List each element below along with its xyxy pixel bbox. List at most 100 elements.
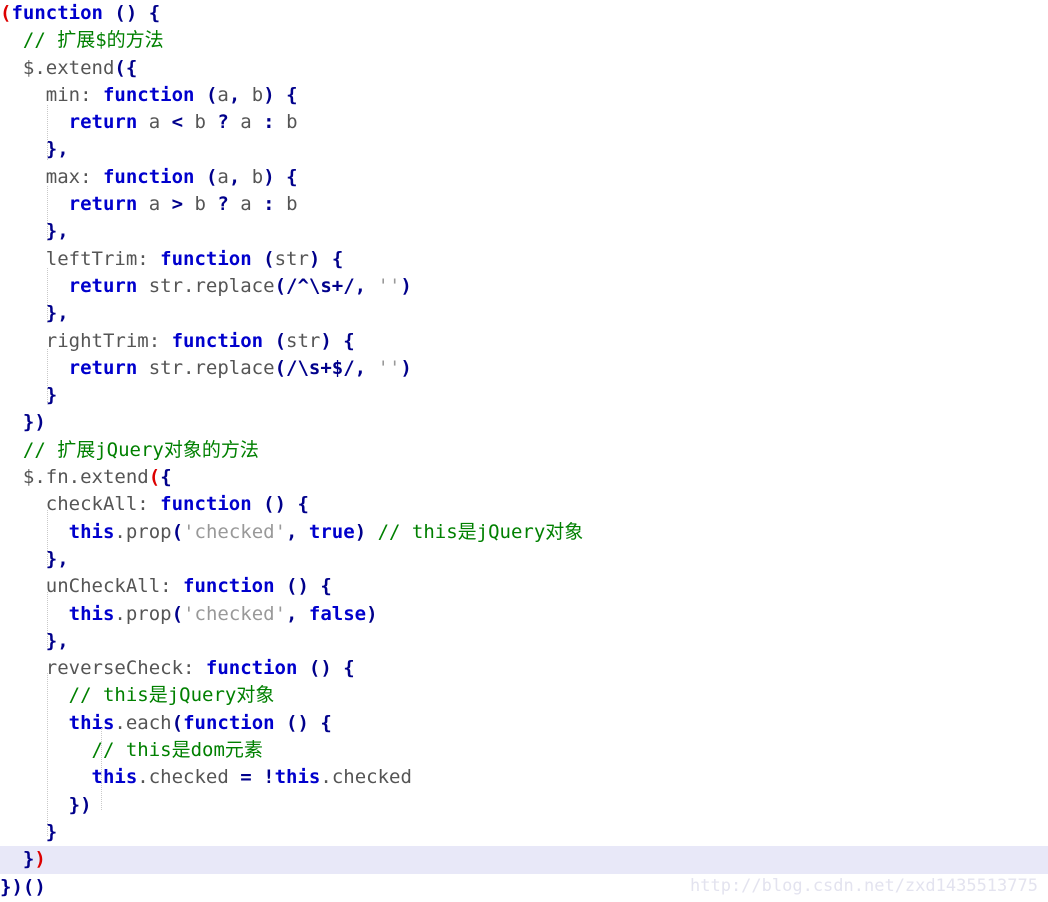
code-line[interactable]: this.prop('checked', true) // this是jQuer… bbox=[0, 519, 1048, 546]
code-line[interactable]: // this是jQuery对象 bbox=[0, 682, 1048, 709]
code-line[interactable]: }, bbox=[0, 300, 1048, 327]
code-token-punct: , bbox=[228, 83, 241, 106]
code-line[interactable]: }) bbox=[0, 409, 1048, 436]
code-token-plain: min: bbox=[45, 83, 103, 106]
code-token-kw: return bbox=[68, 111, 138, 134]
code-line[interactable]: $.extend({ bbox=[0, 55, 1048, 82]
code-token-plain: leftTrim: bbox=[45, 247, 161, 270]
code-line[interactable]: }) bbox=[0, 792, 1048, 819]
code-line[interactable]: }, bbox=[0, 546, 1048, 573]
code-token-punct: ( bbox=[171, 520, 184, 543]
code-token-punct: ( bbox=[205, 83, 218, 106]
code-token-punct: = bbox=[240, 766, 252, 789]
code-line[interactable]: min: function (a, b) { bbox=[0, 82, 1048, 109]
code-line[interactable]: // 扩展$的方法 bbox=[0, 27, 1048, 54]
code-token-punct: }, bbox=[45, 220, 69, 243]
code-token-punct: }) bbox=[22, 411, 46, 434]
code-token-punct: }, bbox=[45, 138, 69, 161]
code-line[interactable]: checkAll: function () { bbox=[0, 491, 1048, 518]
code-token-plain: b bbox=[274, 193, 298, 216]
code-token-plain: unCheckAll: bbox=[45, 575, 184, 598]
code-token-kw: this bbox=[68, 711, 115, 734]
code-token-punct: { bbox=[160, 466, 172, 489]
code-token-punct: () bbox=[308, 657, 332, 680]
code-line[interactable]: } bbox=[0, 382, 1048, 409]
code-token-plain: rightTrim: bbox=[45, 329, 172, 352]
code-token-punct: ({ bbox=[114, 56, 138, 79]
code-line[interactable]: } bbox=[0, 819, 1048, 846]
code-token-kw: return bbox=[68, 274, 138, 297]
code-token-plain: b bbox=[183, 193, 218, 216]
code-token-punct: ( bbox=[205, 165, 218, 188]
code-token-plain: .each bbox=[114, 711, 172, 734]
code-token-kw: function bbox=[183, 711, 275, 734]
code-token-punct: } bbox=[22, 848, 35, 871]
code-token-kw: return bbox=[68, 356, 138, 379]
code-token-string: 'checked' bbox=[183, 520, 287, 543]
code-line[interactable]: (function () { bbox=[0, 0, 1048, 27]
code-line[interactable]: // this是dom元素 bbox=[0, 737, 1048, 764]
code-token-punct: ) bbox=[308, 247, 321, 270]
code-line[interactable]: return a < b ? a : b bbox=[0, 109, 1048, 136]
code-token-kw: function bbox=[171, 329, 264, 352]
code-token-punct: { bbox=[286, 83, 298, 106]
code-token-string: '' bbox=[377, 274, 401, 297]
code-line[interactable]: this.checked = !this.checked bbox=[0, 764, 1048, 791]
code-token-kw: this bbox=[68, 602, 115, 625]
code-token-punct: { bbox=[343, 657, 355, 680]
code-token-plain: checkAll: bbox=[45, 493, 161, 516]
code-token-plain: str.replace bbox=[137, 356, 275, 379]
code-line[interactable]: max: function (a, b) { bbox=[0, 164, 1048, 191]
code-line[interactable]: return str.replace(/^\s+/, '') bbox=[0, 273, 1048, 300]
code-line[interactable]: // 扩展jQuery对象的方法 bbox=[0, 437, 1048, 464]
code-token-plain: reverseCheck: bbox=[45, 657, 206, 680]
code-line[interactable]: }) bbox=[0, 846, 1048, 874]
code-token-punct: ) bbox=[263, 83, 275, 106]
code-token-punct: ( bbox=[263, 247, 275, 270]
code-line[interactable]: return str.replace(/\s+$/, '') bbox=[0, 355, 1048, 382]
code-line[interactable]: unCheckAll: function () { bbox=[0, 573, 1048, 600]
code-token-kw: function bbox=[205, 657, 298, 680]
code-line[interactable]: rightTrim: function (str) { bbox=[0, 328, 1048, 355]
code-lines-container[interactable]: (function () { // 扩展$的方法 $.extend({ min:… bbox=[0, 0, 1048, 901]
code-line[interactable]: this.each(function () { bbox=[0, 710, 1048, 737]
code-token-punct: { bbox=[286, 165, 298, 188]
code-line[interactable]: $.fn.extend({ bbox=[0, 464, 1048, 491]
code-token-punct: ( bbox=[274, 329, 287, 352]
code-token-kw: function bbox=[160, 493, 252, 516]
code-line[interactable]: }, bbox=[0, 136, 1048, 163]
code-token-punct: , bbox=[286, 602, 298, 625]
code-line[interactable]: }, bbox=[0, 628, 1048, 655]
code-line[interactable]: reverseCheck: function () { bbox=[0, 655, 1048, 682]
code-viewer[interactable]: (function () { // 扩展$的方法 $.extend({ min:… bbox=[0, 0, 1048, 902]
code-line[interactable]: }, bbox=[0, 218, 1048, 245]
code-line[interactable]: leftTrim: function (str) { bbox=[0, 246, 1048, 273]
code-line[interactable]: return a > b ? a : b bbox=[0, 191, 1048, 218]
code-token-punct: }) bbox=[68, 793, 92, 816]
code-line[interactable]: this.prop('checked', false) bbox=[0, 601, 1048, 628]
